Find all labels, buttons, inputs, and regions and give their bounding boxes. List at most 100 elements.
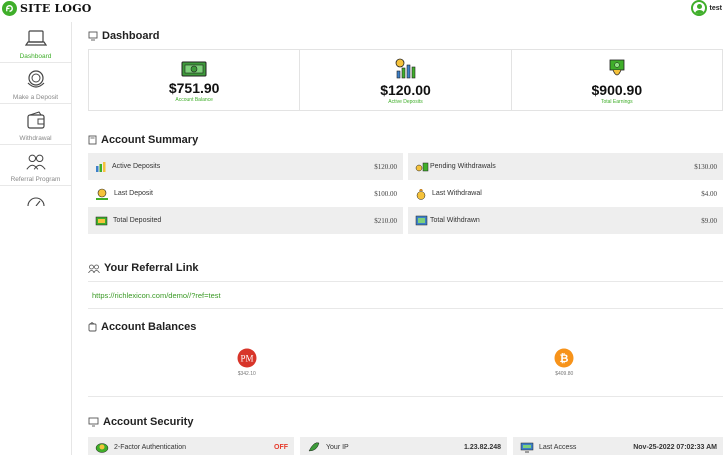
stat-value: $751.90 [168, 79, 220, 96]
security-cell-2fa[interactable]: 2-Factor Authentication OFF [88, 437, 294, 455]
page-title: Dashboard [102, 30, 160, 42]
summary-label: Active Deposits [112, 163, 161, 170]
summary-label: Pending Withdrawals [430, 163, 496, 170]
summary-cell-last-withdrawal: Last Withdrawal $4.00 [408, 180, 723, 207]
section-title: Account Balances [101, 321, 197, 333]
table-row: Last Deposit $100.00 Last Withdrawal $4.… [88, 180, 723, 207]
bitcoin-symbol: ₿ [560, 352, 569, 365]
balance-amount: $409.80 [555, 371, 574, 377]
summary-cell-total-withdrawn: Total Withdrawn $9.00 [408, 207, 723, 234]
summary-label: Last Withdrawal [432, 190, 482, 197]
wallet-icon [25, 110, 47, 132]
money-stack-icon [95, 216, 108, 226]
user-menu[interactable]: test [690, 0, 722, 16]
bitcoin-icon: ₿ [554, 348, 574, 368]
security-label: Your IP [326, 443, 349, 451]
table-row: Total Deposited $210.00 Total Withdrawn … [88, 207, 723, 234]
user-avatar-icon [690, 0, 707, 16]
summary-value: $9.00 [701, 216, 717, 225]
logo-text: SITE LOGO [20, 2, 92, 15]
table-row: Active Deposits $120.00 Pending Withdraw… [88, 153, 723, 180]
users-icon [25, 151, 47, 173]
security-cell-last-access: Last Access Nov-25-2022 07:02:33 AM [513, 437, 723, 455]
account-balances-panel: PM $342.10 ₿ $409.80 [88, 339, 723, 397]
stat-label: Total Earnings [600, 98, 633, 105]
sidebar-item-referral-program[interactable]: Referral Program [0, 145, 71, 186]
coin-hand-icon [96, 188, 108, 200]
stat-active-deposits: $120.00 Active Deposits [300, 50, 512, 110]
account-summary-table: Active Deposits $120.00 Pending Withdraw… [88, 153, 723, 234]
section-title: Your Referral Link [104, 262, 199, 274]
sidebar-item-withdrawal[interactable]: Withdrawal [0, 104, 71, 145]
monitor-icon [88, 31, 98, 41]
section-title: Account Summary [101, 134, 199, 146]
perfect-money-symbol: PM [240, 354, 253, 364]
gauge-icon [25, 192, 47, 206]
sidebar-item-partial[interactable] [0, 186, 71, 206]
logo-icon [2, 1, 17, 16]
balance-perfect-money: PM $342.10 [88, 339, 406, 396]
dashboard-title-row: Dashboard [88, 30, 159, 42]
bar-chart-icon [96, 162, 106, 172]
sidebar-item-dashboard[interactable]: Dashboard [0, 22, 71, 63]
sidebar-item-make-deposit[interactable]: Make a Deposit [0, 63, 71, 104]
referral-title-row: Your Referral Link [88, 262, 199, 274]
summary-cell-last-deposit: Last Deposit $100.00 [88, 180, 403, 207]
money-bag-icon [416, 188, 426, 200]
summary-label: Total Withdrawn [430, 217, 480, 224]
stat-value: $120.00 [380, 81, 431, 98]
security-label: Last Access [539, 443, 577, 451]
growth-chart-icon [396, 58, 416, 78]
summary-cell-total-deposited: Total Deposited $210.00 [88, 207, 403, 234]
summary-value: $130.00 [694, 162, 717, 171]
security-label: 2-Factor Authentication [114, 443, 186, 451]
earnings-icon [609, 59, 625, 75]
sidebar-item-label: Make a Deposit [12, 94, 59, 101]
security-value: 1.23.82.248 [464, 443, 501, 451]
laptop-icon [24, 28, 47, 50]
summary-value: $4.00 [701, 189, 717, 198]
balance-amount: $342.10 [237, 371, 256, 377]
balances-title-row: Account Balances [88, 321, 196, 333]
security-cell-ip: Your IP 1.23.82.248 [300, 437, 507, 455]
security-value: Nov-25-2022 07:02:33 AM [633, 443, 717, 451]
calculator-icon [88, 135, 97, 145]
username: test [709, 4, 722, 12]
referral-link[interactable]: https://richlexicon.com/demo//?ref=test [92, 291, 221, 300]
two-factor-status-badge: OFF [274, 443, 288, 451]
wallet-icon [88, 322, 97, 332]
site-logo[interactable]: SITE LOGO [2, 1, 92, 16]
summary-value: $210.00 [374, 216, 397, 225]
summary-label: Last Deposit [114, 190, 153, 197]
stats-panel: $751.90 Account Balance $120.00 Active D… [88, 49, 723, 111]
pending-icon [415, 162, 429, 172]
referral-link-box[interactable]: https://richlexicon.com/demo//?ref=test [88, 281, 723, 309]
stat-label: Account Balance [175, 96, 213, 103]
section-title: Account Security [103, 416, 194, 428]
top-bar: SITE LOGO test [0, 0, 723, 17]
summary-cell-active-deposits: Active Deposits $120.00 [88, 153, 403, 180]
summary-label: Total Deposited [113, 217, 162, 224]
security-title-row: Account Security [88, 416, 193, 428]
sidebar-item-label: Dashboard [19, 53, 52, 60]
sidebar: Dashboard Make a Deposit Withdrawal Refe… [0, 22, 72, 455]
stat-total-earnings: $900.90 Total Earnings [512, 50, 722, 110]
cash-out-icon [415, 215, 428, 226]
summary-value: $120.00 [374, 162, 397, 171]
stat-account-balance: $751.90 Account Balance [89, 50, 301, 110]
shield-key-icon [95, 443, 109, 453]
monitor-icon [520, 442, 534, 452]
stat-value: $900.90 [591, 81, 643, 98]
summary-value: $100.00 [374, 189, 397, 198]
coins-icon [25, 69, 47, 91]
cash-icon [181, 61, 207, 76]
balance-bitcoin: ₿ $409.80 [406, 339, 723, 396]
stat-label: Active Deposits [388, 98, 423, 105]
summary-title-row: Account Summary [88, 134, 198, 146]
sidebar-item-label: Withdrawal [19, 135, 52, 142]
users-icon [88, 264, 100, 273]
account-security-row: 2-Factor Authentication OFF Your IP 1.23… [88, 437, 723, 455]
sidebar-item-label: Referral Program [10, 176, 61, 183]
summary-cell-pending-withdrawals: Pending Withdrawals $130.00 [408, 153, 723, 180]
network-icon [308, 442, 320, 452]
